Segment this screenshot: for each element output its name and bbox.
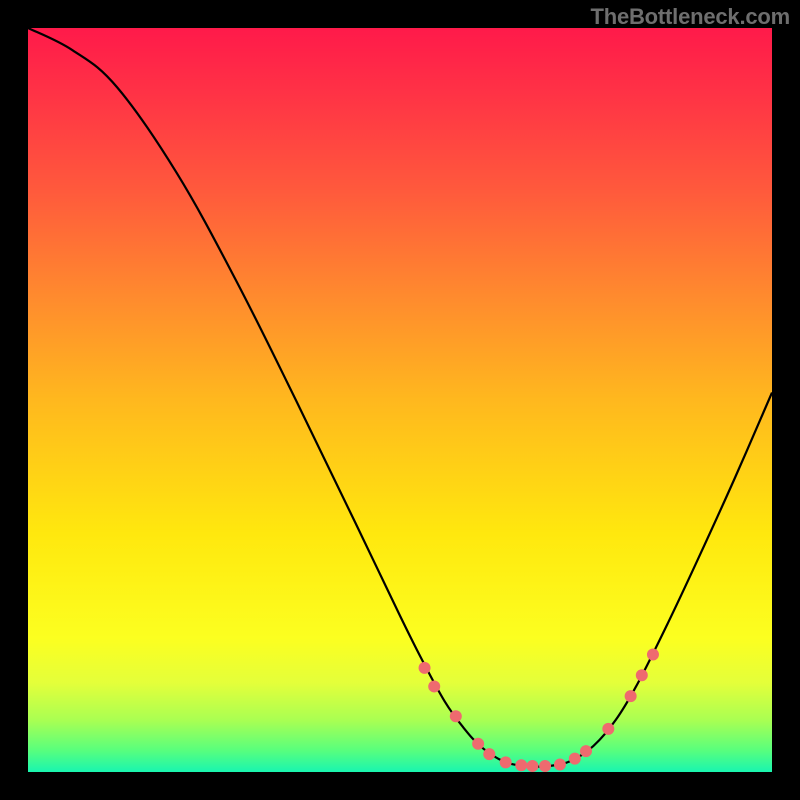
data-marker xyxy=(625,690,637,702)
data-marker xyxy=(580,745,592,757)
data-marker xyxy=(647,648,659,660)
data-marker xyxy=(539,760,551,772)
data-marker xyxy=(526,760,538,772)
data-marker xyxy=(569,753,581,765)
bottleneck-curve xyxy=(28,28,772,767)
data-marker xyxy=(500,756,512,768)
watermark-text: TheBottleneck.com xyxy=(590,4,790,30)
data-marker xyxy=(419,662,431,674)
data-marker xyxy=(472,738,484,750)
chart-svg xyxy=(28,28,772,772)
data-marker xyxy=(450,710,462,722)
chart-container: TheBottleneck.com xyxy=(0,0,800,800)
curve-layer xyxy=(28,28,772,767)
data-marker xyxy=(428,680,440,692)
data-marker xyxy=(636,669,648,681)
data-marker xyxy=(483,748,495,760)
data-marker xyxy=(554,759,566,771)
data-marker xyxy=(602,723,614,735)
data-marker xyxy=(515,759,527,771)
plot-area xyxy=(28,28,772,772)
